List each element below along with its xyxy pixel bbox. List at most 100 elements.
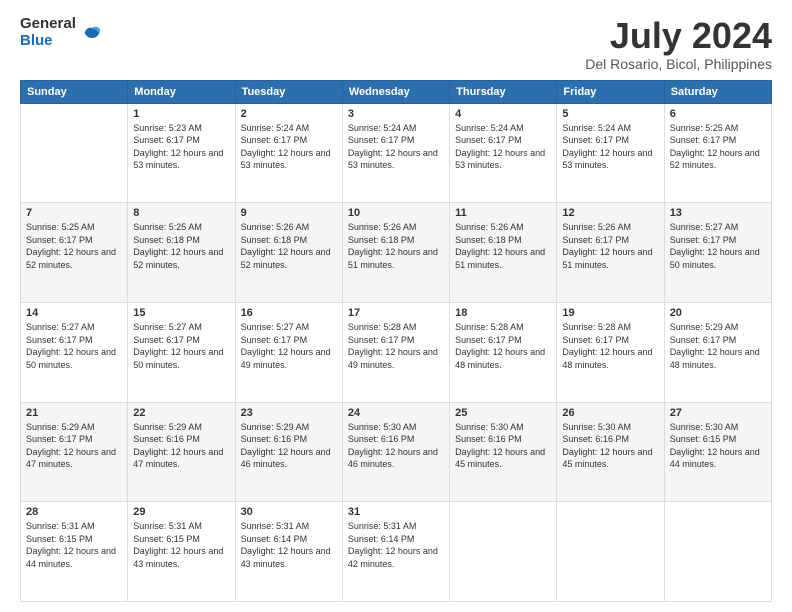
day-info: Sunrise: 5:26 AMSunset: 6:18 PMDaylight:… xyxy=(241,221,337,271)
calendar-cell: 20 Sunrise: 5:29 AMSunset: 6:17 PMDayligh… xyxy=(664,302,771,402)
calendar-cell: 12 Sunrise: 5:26 AMSunset: 6:17 PMDayligh… xyxy=(557,203,664,303)
day-number: 11 xyxy=(455,207,551,219)
calendar-week-2: 7Sunrise: 5:25 AMSunset: 6:17 PMDaylight… xyxy=(21,203,772,303)
calendar-cell: 10Sunrise: 5:26 AMSunset: 6:18 PMDayligh… xyxy=(342,203,449,303)
calendar-cell: 26 Sunrise: 5:30 AMSunset: 6:16 PMDayligh… xyxy=(557,402,664,502)
day-number: 6 xyxy=(670,108,766,120)
day-number: 19 xyxy=(562,307,658,319)
calendar-header-thursday: Thursday xyxy=(450,80,557,103)
calendar-header-monday: Monday xyxy=(128,80,235,103)
day-info: Sunrise: 5:24 AMSunset: 6:17 PMDaylight:… xyxy=(455,122,551,172)
calendar-cell: 14 Sunrise: 5:27 AMSunset: 6:17 PMDayligh… xyxy=(21,302,128,402)
calendar-week-3: 14 Sunrise: 5:27 AMSunset: 6:17 PMDayligh… xyxy=(21,302,772,402)
day-info: Sunrise: 5:25 AMSunset: 6:17 PMDaylight:… xyxy=(670,122,766,172)
calendar-cell: 22 Sunrise: 5:29 AMSunset: 6:16 PMDayligh… xyxy=(128,402,235,502)
page: General Blue July 2024 Del Rosario, Bico… xyxy=(0,0,792,612)
header: General Blue July 2024 Del Rosario, Bico… xyxy=(20,16,772,72)
calendar-header-saturday: Saturday xyxy=(664,80,771,103)
day-number: 18 xyxy=(455,307,551,319)
day-info: Sunrise: 5:28 AMSunset: 6:17 PMDaylight:… xyxy=(348,321,444,371)
day-info: Sunrise: 5:27 AMSunset: 6:17 PMDaylight:… xyxy=(241,321,337,371)
calendar-week-5: 28Sunrise: 5:31 AMSunset: 6:15 PMDayligh… xyxy=(21,502,772,602)
day-info: Sunrise: 5:26 AMSunset: 6:17 PMDaylight:… xyxy=(562,221,658,271)
day-info: Sunrise: 5:26 AMSunset: 6:18 PMDaylight:… xyxy=(455,221,551,271)
day-info: Sunrise: 5:29 AMSunset: 6:17 PMDaylight:… xyxy=(670,321,766,371)
calendar-cell: 6 Sunrise: 5:25 AMSunset: 6:17 PMDaylight… xyxy=(664,103,771,203)
day-info: Sunrise: 5:30 AMSunset: 6:16 PMDaylight:… xyxy=(562,421,658,471)
calendar-cell: 15Sunrise: 5:27 AMSunset: 6:17 PMDayligh… xyxy=(128,302,235,402)
calendar-cell: 11 Sunrise: 5:26 AMSunset: 6:18 PMDayligh… xyxy=(450,203,557,303)
day-info: Sunrise: 5:29 AMSunset: 6:17 PMDaylight:… xyxy=(26,421,122,471)
calendar-cell: 28Sunrise: 5:31 AMSunset: 6:15 PMDayligh… xyxy=(21,502,128,602)
calendar-cell: 9 Sunrise: 5:26 AMSunset: 6:18 PMDaylight… xyxy=(235,203,342,303)
day-number: 14 xyxy=(26,307,122,319)
day-number: 8 xyxy=(133,207,229,219)
calendar-header-friday: Friday xyxy=(557,80,664,103)
day-info: Sunrise: 5:31 AMSunset: 6:15 PMDaylight:… xyxy=(133,520,229,570)
day-info: Sunrise: 5:30 AMSunset: 6:15 PMDaylight:… xyxy=(670,421,766,471)
logo-general: General xyxy=(20,16,76,33)
calendar-cell: 3Sunrise: 5:24 AMSunset: 6:17 PMDaylight… xyxy=(342,103,449,203)
day-info: Sunrise: 5:27 AMSunset: 6:17 PMDaylight:… xyxy=(26,321,122,371)
calendar-cell: 30 Sunrise: 5:31 AMSunset: 6:14 PMDayligh… xyxy=(235,502,342,602)
day-number: 22 xyxy=(133,407,229,419)
day-info: Sunrise: 5:24 AMSunset: 6:17 PMDaylight:… xyxy=(241,122,337,172)
day-number: 13 xyxy=(670,207,766,219)
day-info: Sunrise: 5:25 AMSunset: 6:17 PMDaylight:… xyxy=(26,221,122,271)
day-number: 12 xyxy=(562,207,658,219)
day-info: Sunrise: 5:27 AMSunset: 6:17 PMDaylight:… xyxy=(670,221,766,271)
day-info: Sunrise: 5:31 AMSunset: 6:15 PMDaylight:… xyxy=(26,520,122,570)
day-number: 20 xyxy=(670,307,766,319)
day-info: Sunrise: 5:23 AMSunset: 6:17 PMDaylight:… xyxy=(133,122,229,172)
calendar-header-wednesday: Wednesday xyxy=(342,80,449,103)
calendar-week-1: 1 Sunrise: 5:23 AMSunset: 6:17 PMDaylight… xyxy=(21,103,772,203)
day-number: 21 xyxy=(26,407,122,419)
calendar-cell: 4 Sunrise: 5:24 AMSunset: 6:17 PMDaylight… xyxy=(450,103,557,203)
calendar-header-tuesday: Tuesday xyxy=(235,80,342,103)
calendar-cell: 23 Sunrise: 5:29 AMSunset: 6:16 PMDayligh… xyxy=(235,402,342,502)
calendar-cell: 31Sunrise: 5:31 AMSunset: 6:14 PMDayligh… xyxy=(342,502,449,602)
calendar-cell xyxy=(664,502,771,602)
calendar-cell: 2Sunrise: 5:24 AMSunset: 6:17 PMDaylight… xyxy=(235,103,342,203)
calendar-cell: 24Sunrise: 5:30 AMSunset: 6:16 PMDayligh… xyxy=(342,402,449,502)
day-info: Sunrise: 5:28 AMSunset: 6:17 PMDaylight:… xyxy=(455,321,551,371)
calendar-cell: 29 Sunrise: 5:31 AMSunset: 6:15 PMDayligh… xyxy=(128,502,235,602)
calendar-cell: 7Sunrise: 5:25 AMSunset: 6:17 PMDaylight… xyxy=(21,203,128,303)
main-title: July 2024 xyxy=(585,16,772,56)
calendar-cell: 25Sunrise: 5:30 AMSunset: 6:16 PMDayligh… xyxy=(450,402,557,502)
calendar-cell: 17 Sunrise: 5:28 AMSunset: 6:17 PMDayligh… xyxy=(342,302,449,402)
calendar-cell: 16 Sunrise: 5:27 AMSunset: 6:17 PMDayligh… xyxy=(235,302,342,402)
day-number: 29 xyxy=(133,506,229,518)
day-info: Sunrise: 5:29 AMSunset: 6:16 PMDaylight:… xyxy=(133,421,229,471)
day-number: 16 xyxy=(241,307,337,319)
calendar-cell: 1 Sunrise: 5:23 AMSunset: 6:17 PMDaylight… xyxy=(128,103,235,203)
day-number: 30 xyxy=(241,506,337,518)
day-info: Sunrise: 5:27 AMSunset: 6:17 PMDaylight:… xyxy=(133,321,229,371)
calendar-header-row: SundayMondayTuesdayWednesdayThursdayFrid… xyxy=(21,80,772,103)
subtitle: Del Rosario, Bicol, Philippines xyxy=(585,56,772,72)
day-info: Sunrise: 5:31 AMSunset: 6:14 PMDaylight:… xyxy=(241,520,337,570)
day-number: 9 xyxy=(241,207,337,219)
day-info: Sunrise: 5:24 AMSunset: 6:17 PMDaylight:… xyxy=(562,122,658,172)
calendar-cell: 19Sunrise: 5:28 AMSunset: 6:17 PMDayligh… xyxy=(557,302,664,402)
day-info: Sunrise: 5:26 AMSunset: 6:18 PMDaylight:… xyxy=(348,221,444,271)
day-number: 1 xyxy=(133,108,229,120)
day-number: 3 xyxy=(348,108,444,120)
day-number: 17 xyxy=(348,307,444,319)
calendar-cell: 27Sunrise: 5:30 AMSunset: 6:15 PMDayligh… xyxy=(664,402,771,502)
day-info: Sunrise: 5:31 AMSunset: 6:14 PMDaylight:… xyxy=(348,520,444,570)
day-info: Sunrise: 5:29 AMSunset: 6:16 PMDaylight:… xyxy=(241,421,337,471)
title-area: July 2024 Del Rosario, Bicol, Philippine… xyxy=(585,16,772,72)
calendar-cell: 21 Sunrise: 5:29 AMSunset: 6:17 PMDayligh… xyxy=(21,402,128,502)
day-info: Sunrise: 5:30 AMSunset: 6:16 PMDaylight:… xyxy=(348,421,444,471)
day-number: 25 xyxy=(455,407,551,419)
calendar-table: SundayMondayTuesdayWednesdayThursdayFrid… xyxy=(20,80,772,602)
day-number: 23 xyxy=(241,407,337,419)
calendar-cell: 8Sunrise: 5:25 AMSunset: 6:18 PMDaylight… xyxy=(128,203,235,303)
calendar-header-sunday: Sunday xyxy=(21,80,128,103)
logo: General Blue xyxy=(20,16,102,49)
logo-blue: Blue xyxy=(20,33,76,50)
day-number: 26 xyxy=(562,407,658,419)
day-number: 4 xyxy=(455,108,551,120)
logo-icon xyxy=(82,23,102,43)
